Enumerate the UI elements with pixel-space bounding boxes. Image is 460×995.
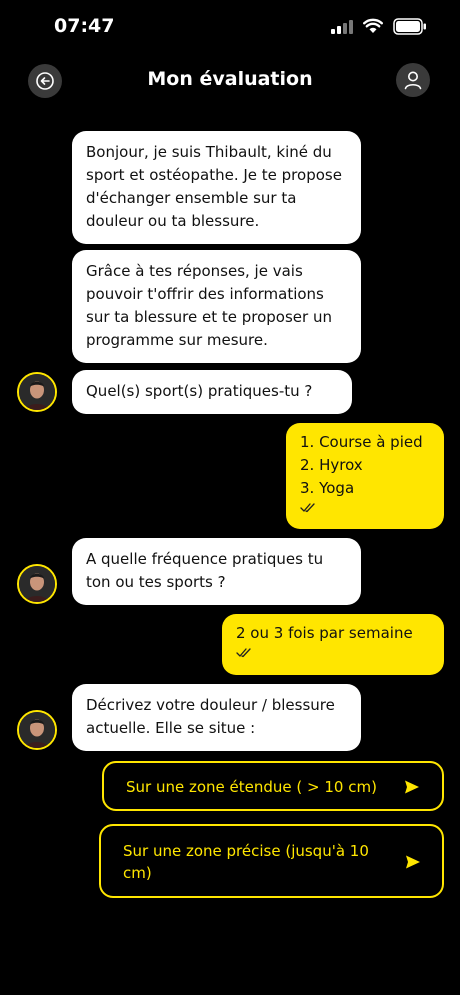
choice-zone-precise[interactable]: Sur une zone précise (jusqu'à 10 cm): [99, 824, 444, 898]
bot-message: Décrivez votre douleur / blessure actuel…: [72, 684, 361, 751]
coach-portrait: [19, 374, 55, 410]
coach-avatar: [17, 564, 57, 604]
bot-message: Grâce à tes réponses, je vais pouvoir t'…: [72, 250, 361, 363]
wifi-icon: [363, 18, 383, 33]
profile-button[interactable]: [396, 63, 430, 97]
battery-icon: [393, 18, 426, 35]
coach-avatar: [17, 372, 57, 412]
message-line: 3. Yoga: [300, 479, 355, 497]
coach-avatar: [17, 710, 57, 750]
status-bar: 07:47: [0, 0, 460, 56]
user-message: 2 ou 3 fois par semaine: [222, 614, 444, 675]
coach-portrait: [19, 566, 55, 602]
message-text: Bonjour, je suis Thibault, kiné du sport…: [86, 143, 342, 230]
coach-portrait: [19, 712, 55, 748]
bot-message: Quel(s) sport(s) pratiques-tu ?: [72, 370, 352, 414]
send-icon: [405, 780, 419, 794]
choice-label: Sur une zone étendue ( > 10 cm): [126, 778, 377, 796]
send-icon: [406, 855, 420, 869]
user-message: 1. Course à pied 2. Hyrox 3. Yoga: [286, 423, 444, 529]
app-header: Mon évaluation: [0, 58, 460, 104]
message-line: 2. Hyrox: [300, 456, 363, 474]
message-text: Décrivez votre douleur / blessure actuel…: [86, 696, 335, 737]
choice-label: Sur une zone précise (jusqu'à 10 cm): [123, 842, 369, 882]
message-line: 2 ou 3 fois par semaine: [236, 624, 413, 642]
bot-message: Bonjour, je suis Thibault, kiné du sport…: [72, 131, 361, 244]
status-time: 07:47: [54, 15, 115, 37]
user-icon: [404, 71, 422, 90]
read-ticks-icon: [300, 503, 315, 513]
message-line: 1. Course à pied: [300, 433, 423, 451]
page-title: Mon évaluation: [147, 68, 313, 90]
message-text: Quel(s) sport(s) pratiques-tu ?: [86, 382, 313, 400]
signal-icon: [331, 20, 355, 34]
message-text: Grâce à tes réponses, je vais pouvoir t'…: [86, 262, 332, 349]
bot-message: A quelle fréquence pratiques tu ton ou t…: [72, 538, 361, 605]
message-text: A quelle fréquence pratiques tu ton ou t…: [86, 550, 324, 591]
read-ticks-icon: [236, 648, 251, 658]
choice-zone-etendue[interactable]: Sur une zone étendue ( > 10 cm): [102, 761, 444, 811]
